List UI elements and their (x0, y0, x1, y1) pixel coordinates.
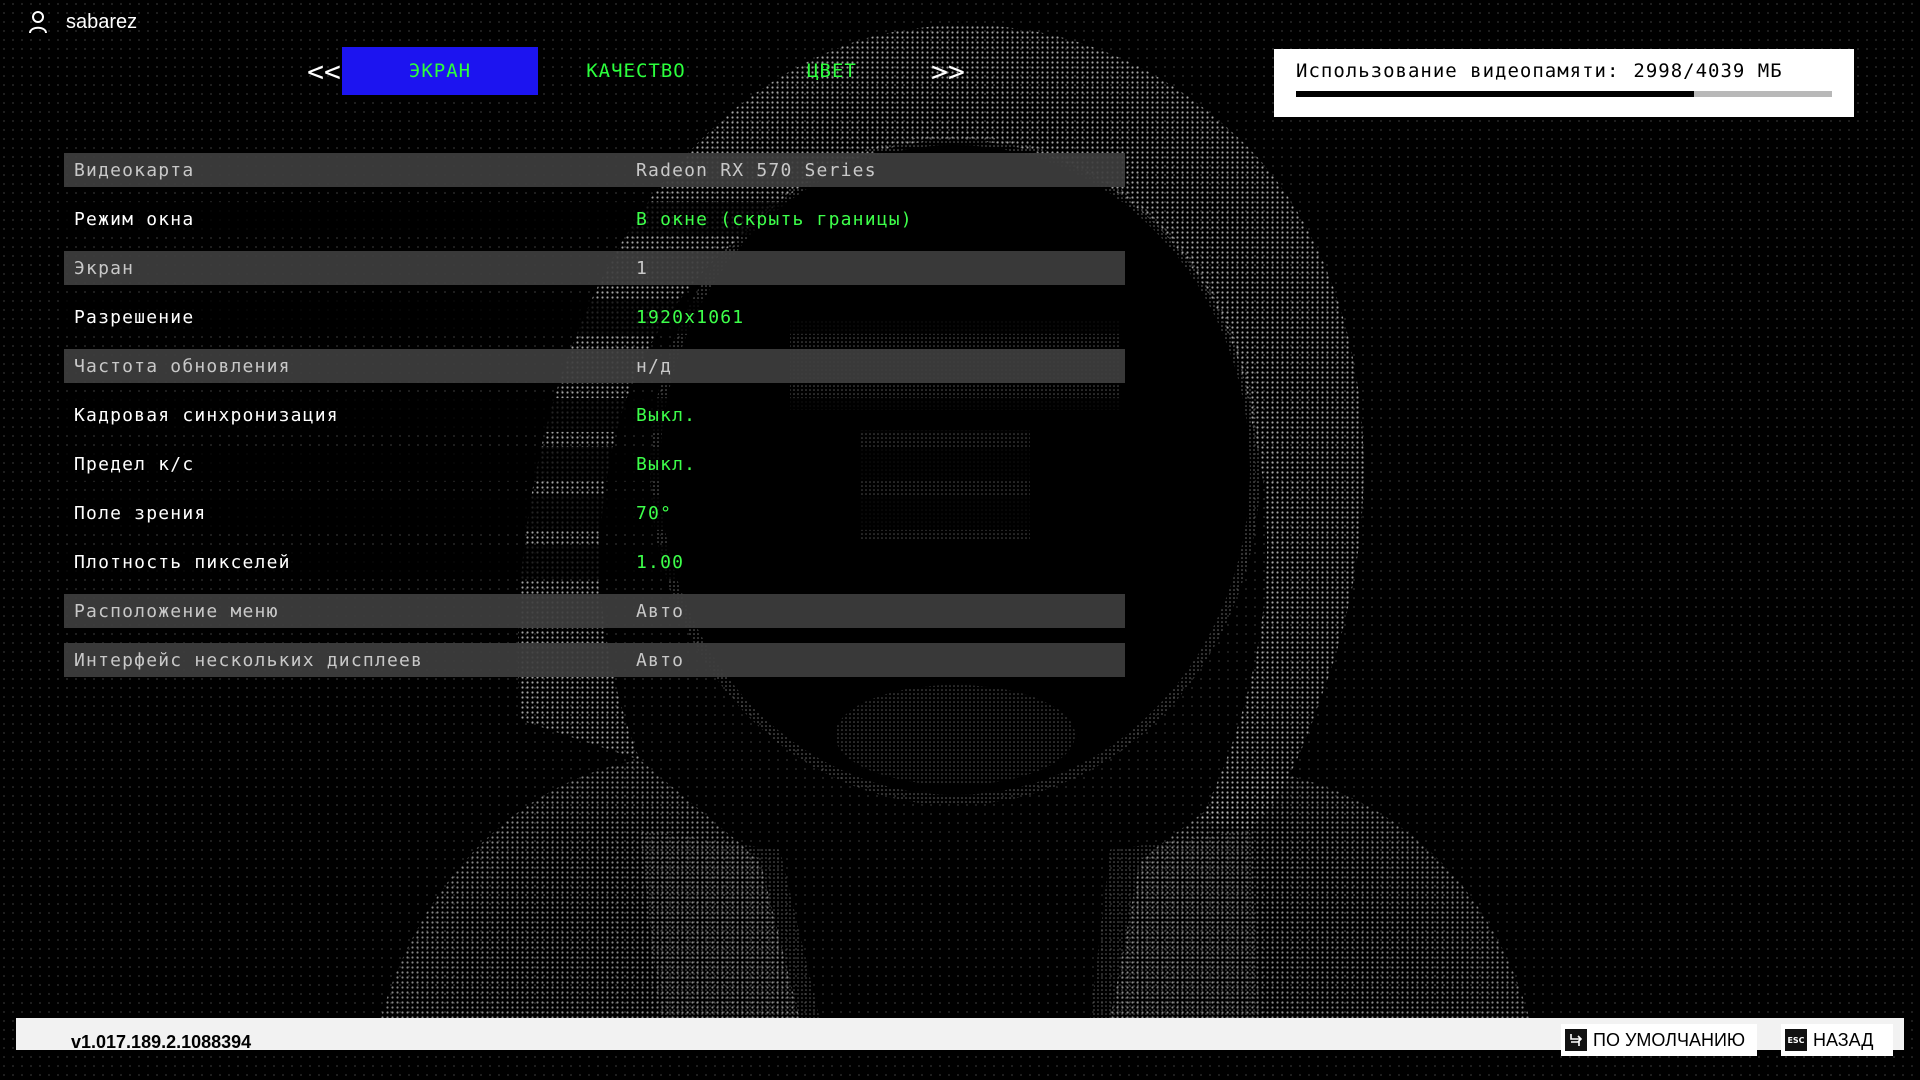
vram-usage-panel: Использование видеопамяти: 2998/4039 МБ (1274, 49, 1854, 117)
setting-row-field-of-view[interactable]: Поле зрения 70° (64, 496, 1125, 530)
vram-label: Использование видеопамяти: (1296, 60, 1620, 82)
setting-label: Экран (74, 257, 135, 279)
tab-quality[interactable]: КАЧЕСТВО (538, 47, 734, 95)
setting-value: 1.00 (636, 551, 685, 573)
next-tab-arrow-icon[interactable]: >> (930, 47, 966, 95)
setting-label: Видеокарта (74, 159, 195, 181)
footer-bar: v1.017.189.2.1088394 ПО УМОЛЧАНИЮ ESC НА… (16, 1018, 1904, 1056)
tab-screen[interactable]: ЭКРАН (342, 47, 538, 95)
setting-label: Плотность пикселей (74, 551, 291, 573)
setting-value: 1 (636, 257, 649, 279)
setting-value: Radeon RX 570 Series (636, 159, 877, 181)
setting-label: Разрешение (74, 306, 195, 328)
settings-tabs: << ЭКРАН КАЧЕСТВО ЦВЕТ >> (306, 47, 966, 95)
setting-label: Частота обновления (74, 355, 291, 377)
setting-row-fps-limit[interactable]: Предел к/с Выкл. (64, 447, 1125, 481)
setting-value: В окне (скрыть границы) (636, 208, 913, 230)
setting-row-window-mode[interactable]: Режим окна В окне (скрыть границы) (64, 202, 1125, 236)
setting-value: Авто (636, 600, 685, 622)
display-settings-list: Видеокарта Radeon RX 570 Series Режим ок… (64, 153, 1125, 692)
vram-usage-bar (1296, 91, 1832, 97)
setting-row-video-card: Видеокарта Radeon RX 570 Series (64, 153, 1125, 187)
setting-row-multi-display-interface: Интерфейс нескольких дисплеев Авто (64, 643, 1125, 677)
setting-label: Кадровая синхронизация (74, 404, 339, 426)
setting-value: Авто (636, 649, 685, 671)
setting-value: Выкл. (636, 404, 697, 426)
esc-key-icon: ESC (1785, 1029, 1807, 1051)
vram-value: 2998/4039 МБ (1633, 60, 1783, 82)
back-label: НАЗАД (1813, 1029, 1874, 1050)
setting-row-vsync[interactable]: Кадровая синхронизация Выкл. (64, 398, 1125, 432)
setting-value: н/д (636, 355, 673, 377)
setting-row-pixel-density[interactable]: Плотность пикселей 1.00 (64, 545, 1125, 579)
setting-label: Интерфейс нескольких дисплеев (74, 649, 424, 671)
setting-row-menu-location: Расположение меню Авто (64, 594, 1125, 628)
version-label: v1.017.189.2.1088394 (71, 1032, 252, 1052)
reset-key-icon (1565, 1029, 1587, 1051)
prev-tab-arrow-icon[interactable]: << (306, 47, 342, 95)
setting-label: Расположение меню (74, 600, 279, 622)
setting-label: Режим окна (74, 208, 195, 230)
setting-row-refresh-rate: Частота обновления н/д (64, 349, 1125, 383)
setting-row-screen: Экран 1 (64, 251, 1125, 285)
user-profile: sabarez (28, 10, 137, 34)
setting-value: 70° (636, 502, 673, 524)
tab-color[interactable]: ЦВЕТ (734, 47, 930, 95)
setting-value: 1920x1061 (636, 306, 745, 328)
setting-row-resolution[interactable]: Разрешение 1920x1061 (64, 300, 1125, 334)
user-icon (29, 11, 47, 34)
username: sabarez (66, 10, 138, 33)
setting-value: Выкл. (636, 453, 697, 475)
setting-label: Предел к/с (74, 453, 195, 475)
reset-defaults-button[interactable]: ПО УМОЛЧАНИЮ (1561, 1024, 1757, 1056)
reset-defaults-label: ПО УМОЛЧАНИЮ (1593, 1029, 1746, 1050)
setting-label: Поле зрения (74, 502, 207, 524)
back-button[interactable]: ESC НАЗАД (1781, 1024, 1893, 1056)
vram-usage-fill (1296, 91, 1694, 97)
